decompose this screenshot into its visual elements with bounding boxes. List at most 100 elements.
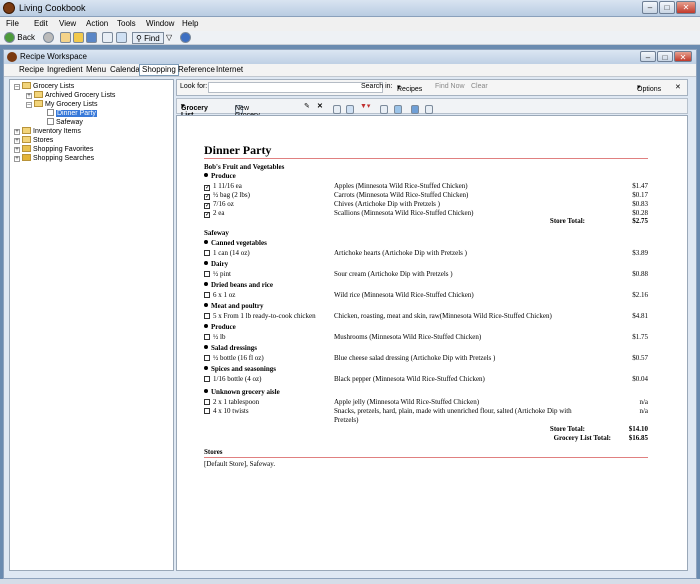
menu-tools[interactable]: Tools bbox=[117, 19, 136, 28]
status-bar bbox=[0, 579, 700, 584]
item-price: $3.89 bbox=[632, 249, 648, 257]
list-item[interactable]: 1/16 bottle (4 oz) bbox=[204, 375, 261, 383]
panel-icon[interactable] bbox=[86, 32, 97, 44]
tab-recipe[interactable]: Recipe bbox=[17, 65, 46, 74]
tab-reference[interactable]: Reference bbox=[176, 65, 217, 74]
workspace-maximize-icon[interactable]: □ bbox=[657, 51, 673, 62]
item-price: $1.47 bbox=[632, 182, 648, 190]
tree-inventory[interactable]: + Inventory Items bbox=[14, 127, 81, 136]
menu-edit[interactable]: Edit bbox=[34, 19, 48, 28]
list-icon bbox=[47, 118, 54, 125]
filter-list-icon[interactable]: ▼▾ bbox=[360, 102, 370, 110]
item-price: $0.17 bbox=[632, 191, 648, 199]
maximize-icon[interactable]: □ bbox=[659, 1, 675, 14]
grocery-total: $16.85 bbox=[628, 434, 648, 442]
tree-favorites[interactable]: + Shopping Favorites bbox=[14, 145, 93, 154]
find-now-button[interactable]: Find Now bbox=[435, 83, 465, 90]
app-logo-icon bbox=[3, 2, 15, 14]
menu-bar: File Edit View Action Tools Window Help bbox=[0, 17, 700, 31]
stores-heading: Stores bbox=[204, 448, 223, 456]
nutrition-icon[interactable] bbox=[116, 32, 127, 44]
item-description: Chives (Artichoke Dip with Pretzels ) bbox=[334, 200, 440, 208]
list-item[interactable]: 1 can (14 oz) bbox=[204, 249, 250, 257]
find-button[interactable]: ⚲ Find bbox=[132, 32, 164, 44]
tree-dinner-party[interactable]: Dinner Party bbox=[47, 109, 97, 118]
filter-icon[interactable]: ▽ bbox=[166, 32, 172, 44]
item-price: $0.04 bbox=[632, 375, 648, 383]
close-search-icon[interactable]: ✕ bbox=[675, 83, 681, 91]
search-folder-icon bbox=[22, 154, 31, 161]
stores-divider bbox=[204, 457, 648, 458]
menu-action[interactable]: Action bbox=[86, 19, 108, 28]
item-description-cont: Pretzels) bbox=[334, 416, 359, 424]
menu-file[interactable]: File bbox=[6, 19, 19, 28]
tree-archived[interactable]: + Archived Grocery Lists bbox=[26, 91, 115, 100]
list-item[interactable]: ½ lb bbox=[204, 333, 225, 341]
tab-shopping[interactable]: Shopping bbox=[139, 64, 179, 76]
list-item[interactable]: ✓ ½ bag (2 lbs) bbox=[204, 191, 250, 200]
window-titlebar: Living Cookbook – □ ✕ bbox=[0, 0, 700, 17]
grocery-list-menu[interactable]: Grocery List ▾ bbox=[181, 102, 208, 119]
doc-title: Dinner Party bbox=[204, 143, 272, 157]
item-description: Blue cheese salad dressing (Artichoke Di… bbox=[334, 354, 496, 362]
list-item[interactable]: ✓ 2 ea bbox=[204, 209, 224, 218]
item-description: Sour cream (Artichoke Dip with Pretzels … bbox=[334, 270, 453, 278]
item-price: $0.83 bbox=[632, 200, 648, 208]
tree-my-lists[interactable]: – My Grocery Lists bbox=[26, 100, 98, 109]
tab-ingredient[interactable]: Ingredient bbox=[45, 65, 85, 74]
workspace-close-icon[interactable]: ✕ bbox=[674, 51, 692, 62]
checkbox-checked-icon: ✓ bbox=[204, 212, 211, 218]
forward-icon[interactable] bbox=[43, 32, 54, 44]
back-button[interactable]: Back bbox=[4, 32, 35, 44]
list-item[interactable]: 2 x 1 tablespoon bbox=[204, 398, 259, 406]
tab-internet[interactable]: Internet bbox=[214, 65, 245, 74]
shopping-tree: – Grocery Lists + Archived Grocery Lists –… bbox=[9, 79, 174, 571]
list-item[interactable]: 4 x 10 twists bbox=[204, 407, 249, 415]
folders-icon[interactable] bbox=[73, 32, 84, 44]
list-item[interactable]: ½ pint bbox=[204, 270, 231, 278]
tree-safeway[interactable]: Safeway bbox=[47, 118, 83, 127]
store-name: Bob's Fruit and Vegetables bbox=[204, 163, 285, 171]
close-icon[interactable]: ✕ bbox=[676, 1, 696, 14]
help-icon[interactable] bbox=[180, 32, 191, 44]
menu-view[interactable]: View bbox=[59, 19, 76, 28]
list-item[interactable]: ✓ 1 11/16 ea bbox=[204, 182, 242, 191]
list-item[interactable]: 6 x 1 oz bbox=[204, 291, 235, 299]
options-button[interactable]: Options ▾ bbox=[637, 83, 661, 93]
menu-help[interactable]: Help bbox=[182, 19, 198, 28]
edit-icon[interactable]: ✎ bbox=[304, 102, 310, 110]
search-in-select[interactable]: Recipes ▾ bbox=[397, 83, 422, 93]
search-bar: Look for: Search in: Recipes ▾ Find Now … bbox=[176, 79, 688, 96]
checkbox-icon bbox=[204, 292, 210, 298]
item-price: n/a bbox=[639, 398, 648, 406]
search-input[interactable] bbox=[208, 82, 383, 93]
tree-searches[interactable]: + Shopping Searches bbox=[14, 154, 94, 163]
minimize-icon[interactable]: – bbox=[642, 1, 658, 14]
home-icon[interactable] bbox=[60, 32, 71, 44]
main-toolbar: Back ⚲ Find ▽ bbox=[0, 31, 700, 45]
item-price: $0.28 bbox=[632, 209, 648, 217]
checkbox-icon bbox=[204, 399, 210, 405]
delete-icon[interactable]: ✕ bbox=[317, 102, 323, 110]
item-price: n/a bbox=[639, 407, 648, 415]
list-item[interactable]: ½ bottle (16 fl oz) bbox=[204, 354, 264, 362]
item-price: $1.75 bbox=[632, 333, 648, 341]
item-description: Chicken, roasting, meat and skin, raw(Mi… bbox=[334, 312, 552, 320]
clear-button[interactable]: Clear bbox=[471, 83, 488, 90]
list-item[interactable]: ✓ 7/16 oz bbox=[204, 200, 234, 209]
tree-stores[interactable]: + Stores bbox=[14, 136, 53, 145]
title-divider bbox=[204, 158, 648, 159]
store-total-label: Store Total: bbox=[549, 425, 585, 433]
checkbox-icon bbox=[204, 271, 210, 277]
item-price: $2.16 bbox=[632, 291, 648, 299]
item-price: $4.81 bbox=[632, 312, 648, 320]
tree-grocery-lists[interactable]: – Grocery Lists bbox=[14, 82, 74, 91]
stores-text: [Default Store], Safeway. bbox=[204, 460, 276, 468]
list-item[interactable]: 5 x From 1 lb ready-to-cook chicken bbox=[204, 312, 316, 320]
menu-window[interactable]: Window bbox=[146, 19, 174, 28]
print-icon[interactable] bbox=[102, 32, 113, 44]
tab-menu[interactable]: Menu bbox=[84, 65, 108, 74]
workspace-minimize-icon[interactable]: – bbox=[640, 51, 656, 62]
item-description: Apples (Minnesota Wild Rice-Stuffed Chic… bbox=[334, 182, 468, 190]
category-heading: Unknown grocery aisle bbox=[204, 388, 280, 396]
